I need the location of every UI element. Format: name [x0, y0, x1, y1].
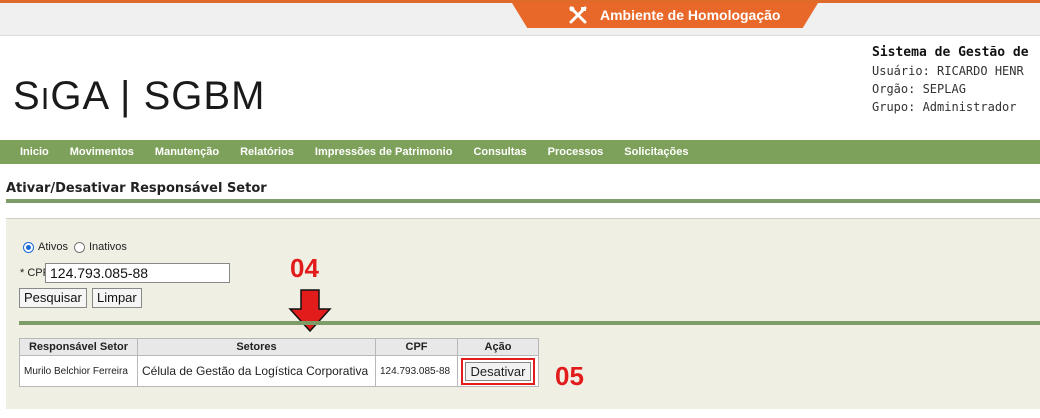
main-nav: Inicio Movimentos Manutenção Relatórios … [0, 140, 1040, 164]
status-radio-group: Ativos Inativos [23, 241, 133, 253]
nav-item-manutencao[interactable]: Manutenção [155, 146, 219, 158]
radio-ativos-label: Ativos [38, 241, 68, 253]
table-row: Murilo Belchior Ferreira Célula de Gestã… [19, 355, 539, 387]
cell-setores: Célula de Gestão da Logística Corporativ… [137, 355, 376, 387]
col-header-acao: Ação [457, 338, 539, 356]
title-divider [6, 199, 1040, 203]
cell-acao: Desativar [457, 355, 539, 387]
group-info: Grupo: Administrador [872, 100, 1017, 114]
radio-inativos[interactable]: Inativos [73, 241, 127, 253]
environment-bar: Ambiente de Homologação [0, 0, 1040, 36]
nav-item-consultas[interactable]: Consultas [473, 146, 526, 158]
nav-item-inicio[interactable]: Inicio [20, 146, 49, 158]
radio-ativos[interactable]: Ativos [23, 241, 68, 253]
deactivate-button[interactable]: Desativar [460, 357, 536, 385]
annotation-step-05: 05 [555, 361, 584, 391]
environment-tab: Ambiente de Homologação [512, 3, 818, 28]
environment-label: Ambiente de Homologação [600, 7, 781, 23]
col-header-responsavel: Responsável Setor [19, 338, 138, 356]
system-info: Sistema de Gestão de Usuário: RICARDO HE… [872, 44, 1029, 116]
clear-button[interactable]: Limpar [92, 288, 142, 308]
radio-ativos-control[interactable] [23, 241, 34, 253]
app-logo: SIGA | SGBM [13, 74, 266, 118]
system-title: Sistema de Gestão de [872, 45, 1029, 60]
org-info: Orgão: SEPLAG [872, 82, 966, 96]
table-header-row: Responsável Setor Setores CPF Ação [19, 338, 539, 356]
red-down-arrow-icon [288, 289, 332, 333]
col-header-setores: Setores [137, 338, 376, 356]
nav-item-solicitacoes[interactable]: Solicitações [624, 146, 688, 158]
radio-inativos-control[interactable] [73, 241, 85, 253]
cell-responsavel: Murilo Belchior Ferreira [19, 355, 138, 387]
nav-item-processos[interactable]: Processos [548, 146, 604, 158]
search-button[interactable]: Pesquisar [19, 288, 87, 308]
page-title: Ativar/Desativar Responsável Setor [6, 181, 267, 196]
col-header-cpf: CPF [375, 338, 458, 356]
cpf-input[interactable] [45, 263, 230, 283]
user-info: Usuário: RICARDO HENR [872, 64, 1024, 78]
nav-item-impressoes[interactable]: Impressões de Patrimonio [315, 146, 453, 158]
results-table: Responsável Setor Setores CPF Ação Muril… [19, 338, 539, 387]
nav-item-movimentos[interactable]: Movimentos [70, 146, 134, 158]
cell-cpf: 124.793.085-88 [375, 355, 458, 387]
results-divider [19, 321, 1040, 325]
radio-inativos-label: Inativos [88, 241, 127, 253]
nav-item-relatorios[interactable]: Relatórios [240, 146, 294, 158]
annotation-step-04: 04 [290, 253, 319, 283]
tools-icon [569, 6, 587, 24]
